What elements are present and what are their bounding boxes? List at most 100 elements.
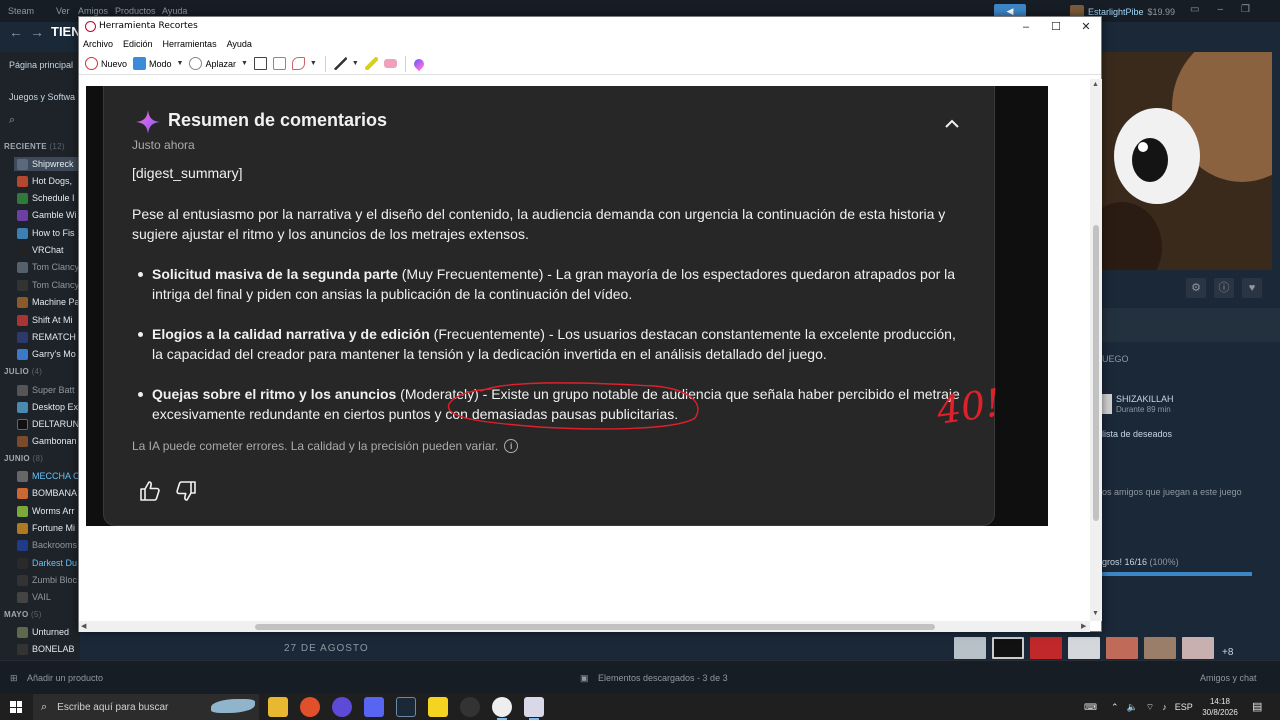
- game-item[interactable]: Tom Clancy: [17, 278, 79, 292]
- chevron-up-icon[interactable]: ⌃: [1111, 702, 1119, 713]
- language-indicator[interactable]: ESP: [1175, 702, 1193, 712]
- game-item[interactable]: Super Batt: [17, 383, 75, 397]
- search-icon[interactable]: ⌕: [9, 114, 15, 127]
- notifications-icon[interactable]: ▤: [1252, 700, 1262, 713]
- scroll-down-icon[interactable]: ▼: [1092, 610, 1099, 617]
- game-item[interactable]: Machine Pa: [17, 295, 80, 309]
- snipping-tool-icon[interactable]: [524, 697, 544, 720]
- info-icon[interactable]: ⓘ: [1214, 278, 1234, 298]
- steam-menu-productos[interactable]: Productos: [115, 6, 156, 16]
- scroll-up-icon[interactable]: ▲: [1092, 81, 1099, 88]
- thumbs-down-icon[interactable]: [174, 479, 198, 503]
- scroll-thumb[interactable]: [255, 624, 935, 630]
- section-junio[interactable]: JUNIO (8): [4, 454, 43, 463]
- game-item[interactable]: Gamble Wi: [17, 208, 77, 222]
- speaker-icon[interactable]: 🔈: [1127, 702, 1138, 713]
- screenshot-thumb[interactable]: [992, 637, 1024, 659]
- section-mayo[interactable]: MAYO (5): [4, 610, 42, 619]
- taskbar-search-input[interactable]: Escribe aquí para buscar: [57, 702, 168, 713]
- screenshot-thumb[interactable]: [1144, 637, 1176, 659]
- sidebar-filter[interactable]: Juegos y Softwa: [9, 92, 75, 102]
- download-icon[interactable]: ▣: [580, 673, 589, 684]
- screenshot-thumb[interactable]: [1182, 637, 1214, 659]
- screenshot-thumb[interactable]: [954, 637, 986, 659]
- vertical-scrollbar[interactable]: ▲ ▼: [1090, 79, 1102, 621]
- section-reciente[interactable]: RECIENTE (12): [4, 142, 65, 151]
- game-item[interactable]: Hot Dogs,: [17, 174, 72, 188]
- paint3d-button[interactable]: [411, 55, 427, 73]
- pen-button[interactable]: ▼: [331, 55, 362, 73]
- game-item[interactable]: DELTARUN: [17, 417, 79, 431]
- plus-icon[interactable]: ⊞: [10, 673, 18, 684]
- forward-arrow-icon[interactable]: →: [30, 24, 44, 40]
- keyboard-icon[interactable]: ⌨: [1084, 702, 1097, 713]
- app-icon[interactable]: [492, 697, 512, 720]
- game-item[interactable]: Shipwreck: [14, 157, 80, 171]
- minimize-icon[interactable]: –: [1217, 4, 1223, 15]
- highlighter-button[interactable]: [362, 55, 381, 73]
- delay-button[interactable]: Aplazar ▼: [186, 55, 250, 73]
- windows-start-icon[interactable]: [10, 701, 22, 713]
- taskbar-search-box[interactable]: ⌕ Escribe aquí para buscar: [33, 694, 259, 720]
- friend-name[interactable]: SHIZAKILLAH: [1116, 394, 1174, 404]
- game-item[interactable]: BOMBANA: [17, 486, 77, 500]
- downloads-status[interactable]: Elementos descargados - 3 de 3: [598, 673, 728, 683]
- game-item[interactable]: Fortune Mi: [17, 521, 75, 535]
- app-icon[interactable]: [460, 697, 480, 717]
- screenshot-thumb[interactable]: [1030, 637, 1062, 659]
- volume-icon[interactable]: ♪: [1162, 702, 1167, 712]
- game-item[interactable]: Tom Clancy: [17, 260, 79, 274]
- game-item[interactable]: Shift At Mi: [17, 313, 73, 327]
- save-button[interactable]: [251, 55, 270, 73]
- close-button[interactable]: ✕: [1071, 19, 1101, 35]
- taskbar-clock[interactable]: 14:18 30/8/2026: [1198, 696, 1242, 718]
- scroll-thumb[interactable]: [1093, 225, 1099, 521]
- game-item[interactable]: Unturned: [17, 625, 69, 639]
- more-screenshots[interactable]: +8: [1222, 647, 1252, 658]
- menu-archivo[interactable]: Archivo: [83, 37, 113, 53]
- section-julio[interactable]: JULIO (4): [4, 367, 42, 376]
- file-explorer-icon[interactable]: [268, 697, 288, 717]
- sticky-notes-icon[interactable]: [428, 697, 448, 717]
- game-item[interactable]: Zumbi Bloc: [17, 573, 77, 587]
- game-item[interactable]: Schedule I: [17, 191, 75, 205]
- steam-menu-ayuda[interactable]: Ayuda: [162, 6, 187, 16]
- maximize-button[interactable]: ☐: [1041, 19, 1071, 35]
- menu-ayuda[interactable]: Ayuda: [227, 37, 252, 53]
- steam-menu-ver[interactable]: Ver: [56, 6, 70, 16]
- horizontal-scrollbar[interactable]: ◀ ▶: [79, 621, 1090, 632]
- store-tab[interactable]: TIEN: [51, 24, 81, 39]
- steam-menu-steam[interactable]: Steam: [8, 6, 34, 16]
- menu-herramientas[interactable]: Herramientas: [163, 37, 217, 53]
- copy-button[interactable]: [270, 55, 289, 73]
- game-item[interactable]: VRChat: [17, 243, 64, 257]
- steam-menu-amigos[interactable]: Amigos: [78, 6, 108, 16]
- game-item[interactable]: REMATCH: [17, 330, 76, 344]
- thumbs-up-icon[interactable]: [138, 479, 162, 503]
- add-product-link[interactable]: Añadir un producto: [27, 673, 103, 683]
- screenshot-thumb[interactable]: [1068, 637, 1100, 659]
- scroll-right-icon[interactable]: ▶: [1081, 622, 1086, 630]
- discord-icon[interactable]: [364, 697, 384, 717]
- app-icon[interactable]: [332, 697, 352, 717]
- game-item[interactable]: Garry's Mo: [17, 347, 76, 361]
- send-button[interactable]: ▼: [289, 55, 320, 73]
- game-item[interactable]: Gambonan: [17, 434, 77, 448]
- sidebar-home[interactable]: Página principal: [9, 60, 73, 70]
- scroll-left-icon[interactable]: ◀: [81, 622, 86, 630]
- heart-icon[interactable]: ♥: [1242, 278, 1262, 298]
- friends-chat-button[interactable]: Amigos y chat: [1200, 673, 1257, 683]
- steam-icon[interactable]: [396, 697, 416, 717]
- maximize-icon[interactable]: ❐: [1241, 4, 1250, 15]
- game-item[interactable]: Darkest Du: [17, 556, 77, 570]
- minimize-button[interactable]: –: [1011, 19, 1041, 35]
- monitor-icon[interactable]: ▭: [1190, 4, 1199, 15]
- info-icon[interactable]: i: [504, 439, 519, 453]
- game-item[interactable]: MECCHA C: [17, 469, 80, 483]
- mode-button[interactable]: Modo ▼: [130, 55, 186, 73]
- game-item[interactable]: BONELAB: [17, 642, 75, 656]
- screenshot-thumb[interactable]: [1106, 637, 1138, 659]
- eraser-button[interactable]: [381, 55, 400, 73]
- gear-icon[interactable]: ⚙: [1186, 278, 1206, 298]
- brave-browser-icon[interactable]: [300, 697, 320, 717]
